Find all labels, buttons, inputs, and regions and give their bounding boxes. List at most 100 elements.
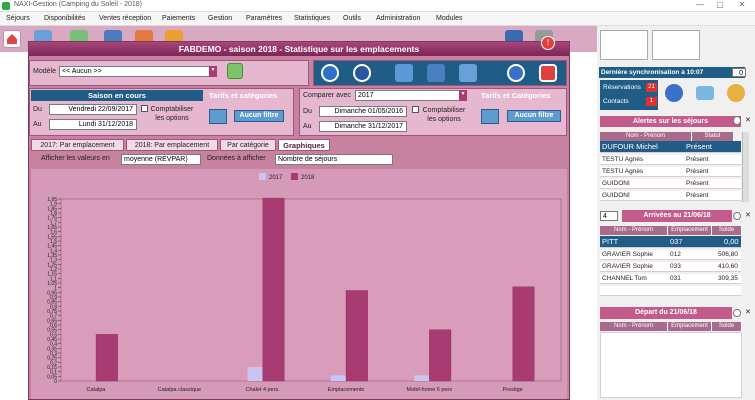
compare-tarifs-icon[interactable] xyxy=(481,109,499,124)
departures-close-icon[interactable]: ✕ xyxy=(745,308,751,316)
departures-refresh-icon[interactable] xyxy=(733,309,741,317)
settings-wheel-icon[interactable] xyxy=(727,84,745,102)
donnees-select[interactable]: Nombre de séjours xyxy=(275,154,393,165)
menu-sejours[interactable]: Séjours xyxy=(6,15,30,22)
season-tarifs-icon[interactable] xyxy=(209,109,227,124)
menu-parametres[interactable]: Paramètres xyxy=(246,15,282,22)
arrivals-col-solde: Solde xyxy=(712,226,742,235)
season-du-label: Du xyxy=(33,106,42,113)
counters-panel: Réservations 21 Contacts 1 xyxy=(600,80,658,110)
alerts-refresh-icon[interactable] xyxy=(733,116,741,125)
arrivals-close-icon[interactable]: ✕ xyxy=(745,211,751,219)
legend-label-2018: 2018 xyxy=(301,175,315,181)
table-row[interactable]: GRAVIER Sophie 033 410,60 xyxy=(600,262,741,272)
tab-2017-par-emplacement[interactable]: 2017: Par emplacement xyxy=(31,139,124,151)
exit-icon[interactable] xyxy=(539,64,557,82)
season-header: Saison en cours xyxy=(31,90,203,101)
bar-2018-4 xyxy=(429,329,452,382)
menu-paiements[interactable]: Paiements xyxy=(162,15,195,22)
contacts-count[interactable]: 1 xyxy=(646,97,657,106)
menu-statistiques[interactable]: Statistiques xyxy=(294,15,330,22)
x-tick-label: Emplacements xyxy=(328,387,365,393)
tab-2018-par-emplacement[interactable]: 2018: Par emplacement xyxy=(126,139,218,151)
home-icon[interactable] xyxy=(3,30,21,48)
thumbnail-1[interactable] xyxy=(600,30,648,60)
menu-administration[interactable]: Administration xyxy=(376,15,420,22)
table-row[interactable]: TESTU Agnès Présent xyxy=(600,155,741,165)
x-tick-label: Chalet 4 pers. xyxy=(246,387,281,393)
compare-au-date[interactable]: Dimanche 31/12/2017 xyxy=(319,121,407,132)
table-row[interactable]: GUIDONI Présent xyxy=(600,179,741,189)
table-row[interactable]: GRAVIER Sophie 012 506,80 xyxy=(600,250,741,260)
add-model-icon[interactable] xyxy=(227,63,243,79)
compare-du-label: Du xyxy=(303,108,312,115)
x-tick-label: Catalpa classique xyxy=(158,387,201,393)
compare-au-label: Au xyxy=(303,123,312,130)
window-title: NAXI-Gestion (Camping du Soleil - 2018) xyxy=(14,1,143,8)
close-window-icon[interactable]: ! xyxy=(541,36,555,50)
reservations-count[interactable]: 21 xyxy=(646,83,657,92)
bar-2018-5 xyxy=(512,286,535,382)
compare-option-checkbox[interactable] xyxy=(412,106,419,113)
compare-option-label: Comptabiliser les options xyxy=(422,107,466,123)
alerts-header: Alertes sur les séjours xyxy=(600,116,741,127)
minimize-button[interactable]: — xyxy=(690,0,710,9)
arrivals-refresh-icon[interactable] xyxy=(733,212,741,220)
x-tick-label: Mobil-home 6 pers xyxy=(407,387,453,393)
tab-par-categorie[interactable]: Par catégorie xyxy=(220,139,276,151)
compare-du-date[interactable]: Dimanche 01/05/2016 xyxy=(319,106,407,117)
compare-chevron-down-icon[interactable]: ▾ xyxy=(459,90,467,101)
print-icon[interactable] xyxy=(395,64,413,82)
donnees-label: Données à afficher xyxy=(207,155,266,162)
close-app-button[interactable]: ✕ xyxy=(732,0,752,9)
x-tick-label: Prestige xyxy=(503,387,523,393)
tab-graphiques[interactable]: Graphiques xyxy=(278,139,330,151)
alerts-scrollbar[interactable] xyxy=(742,132,749,202)
season-filter-button[interactable]: Aucun filtre xyxy=(234,110,284,122)
arrivals-selected-row[interactable]: PITT 037 0,00 xyxy=(600,236,741,248)
season-option-label: Comptabiliser les options xyxy=(150,106,194,122)
afficher-label: Afficher les valeurs en xyxy=(41,155,110,162)
alerts-close-icon[interactable]: ✕ xyxy=(745,116,751,124)
arrivals-count[interactable]: 4 xyxy=(600,211,618,221)
season-option-checkbox[interactable] xyxy=(141,105,148,112)
menu-outils[interactable]: Outils xyxy=(343,15,361,22)
afficher-select[interactable]: moyenne (REVPAR) xyxy=(121,154,201,165)
season-au-label: Au xyxy=(33,121,42,128)
y-tick-label: 1,95 xyxy=(47,197,57,203)
table-row-empty xyxy=(600,286,741,296)
search-icon[interactable] xyxy=(321,64,339,82)
season-tarifs-header: Tarifs et catégories xyxy=(209,91,278,100)
menu-modules[interactable]: Modules xyxy=(436,15,462,22)
compare-filter-button[interactable]: Aucun filtre xyxy=(507,110,561,122)
menu-ventes-reception[interactable]: Ventes réception xyxy=(99,15,151,22)
departures-col-name: Nom - Prénom xyxy=(600,322,668,331)
season-au-date[interactable]: Lundi 31/12/2018 xyxy=(49,119,137,130)
modele-select[interactable]: << Aucun >> xyxy=(59,66,217,77)
legend-label-2017: 2017 xyxy=(269,175,283,181)
print-2-icon[interactable] xyxy=(427,64,445,82)
sync-count[interactable]: 0 xyxy=(732,68,746,77)
departures-col-place: Emplacement xyxy=(668,322,712,331)
plot-area xyxy=(60,198,562,382)
departures-col-solde: Solde xyxy=(712,322,742,331)
season-du-date[interactable]: Vendredi 22/09/2017 xyxy=(49,104,137,115)
print-settings-icon[interactable] xyxy=(459,64,477,82)
globe-icon[interactable] xyxy=(665,84,683,102)
alerts-group-row[interactable]: DUFOUR Michel Présent xyxy=(600,141,741,153)
compare-label: Comparer avec xyxy=(303,92,351,99)
table-row[interactable]: CHANNEL Tom 031 309,35 xyxy=(600,274,741,284)
help-icon[interactable] xyxy=(507,64,525,82)
maximize-button[interactable]: ▢ xyxy=(710,0,730,9)
info-icon[interactable] xyxy=(353,64,371,82)
menu-bar: Séjours Disponibilités Ventes réception … xyxy=(0,12,755,26)
thumbnail-2[interactable] xyxy=(652,30,700,60)
table-row[interactable]: GUIDONI Présent xyxy=(600,191,741,201)
table-row[interactable]: TESTU Agnès Présent xyxy=(600,167,741,177)
statistics-window-title: FABDEMO - saison 2018 - Statistique sur … xyxy=(29,42,569,56)
chevron-down-icon[interactable]: ▾ xyxy=(209,66,217,77)
menu-disponibilites[interactable]: Disponibilités xyxy=(44,15,85,22)
menu-gestion[interactable]: Gestion xyxy=(208,15,232,22)
compare-select[interactable]: 2017 xyxy=(355,90,467,101)
chat-icon[interactable] xyxy=(696,86,714,100)
